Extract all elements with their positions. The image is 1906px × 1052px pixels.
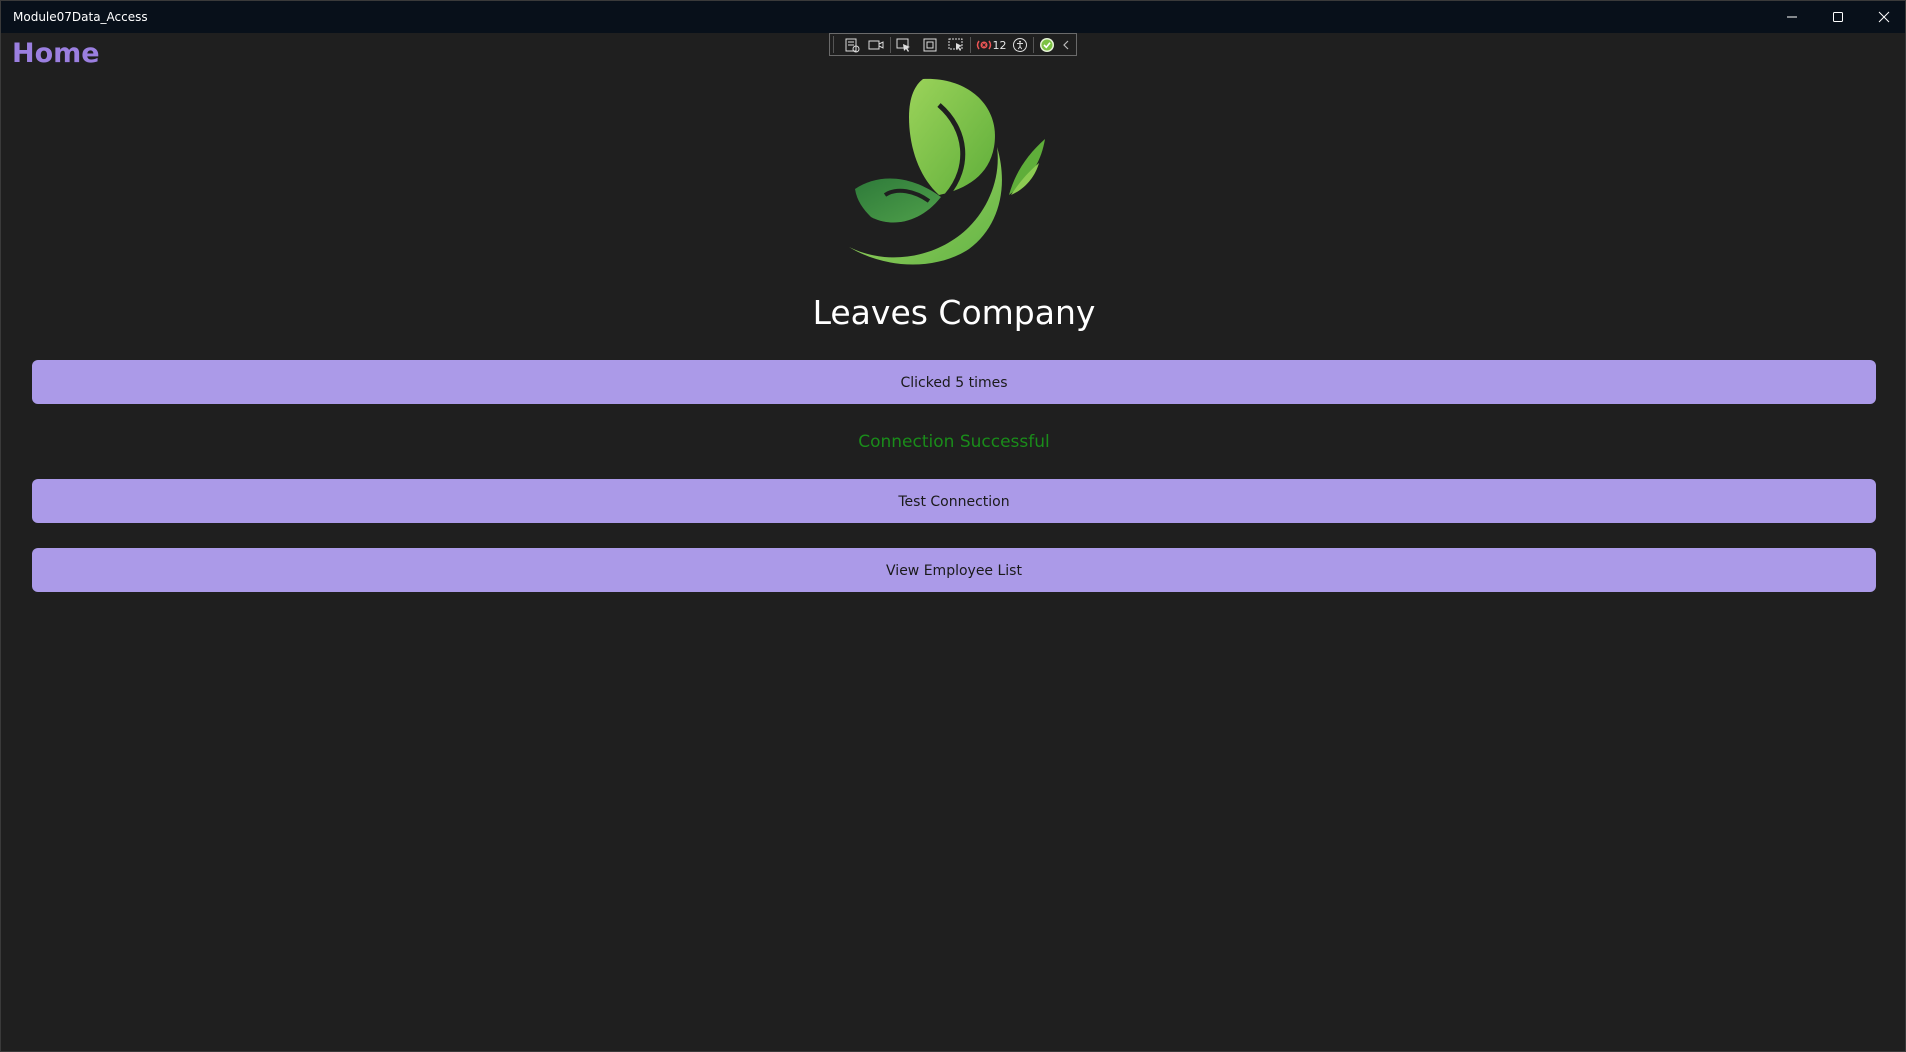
view-employee-list-button[interactable]: View Employee List [32,548,1876,592]
hot-reload-check-icon[interactable] [1037,36,1057,54]
select-element-icon[interactable] [894,36,914,54]
toolbar-separator [890,37,891,53]
maximize-icon [1833,12,1843,22]
minimize-button[interactable] [1769,1,1815,33]
toolbar-separator [970,37,971,53]
close-button[interactable] [1861,1,1906,33]
binding-failures-button[interactable]: 12 [974,36,1008,54]
live-visual-tree-icon[interactable] [842,36,862,54]
track-focus-icon[interactable] [946,36,966,54]
minimize-icon [1787,16,1797,18]
toolbar-grip[interactable] [833,36,840,53]
test-connection-button[interactable]: Test Connection [32,479,1876,523]
accessibility-icon[interactable] [1010,36,1030,54]
maximize-button[interactable] [1815,1,1861,33]
connection-status: Connection Successful [858,432,1050,452]
collapse-toolbar-chevron-icon[interactable] [1058,36,1074,54]
toolbar-separator [1033,37,1034,53]
close-icon [1878,11,1890,23]
binding-failures-icon [976,40,991,50]
binding-failures-count: 12 [992,38,1007,52]
app-window: Module07Data_Access Home 12 Leaves Compa… [0,0,1906,1052]
window-title: Module07Data_Access [13,10,148,24]
video-camera-icon[interactable] [866,36,886,54]
title-bar[interactable]: Module07Data_Access [1,1,1905,33]
company-name: Leaves Company [812,293,1096,332]
leaf-logo [849,78,1045,265]
page-title: Home [12,38,100,69]
layout-adorner-icon[interactable] [920,36,940,54]
counter-button[interactable]: Clicked 5 times [32,360,1876,404]
debug-toolbar: 12 [829,33,1077,56]
